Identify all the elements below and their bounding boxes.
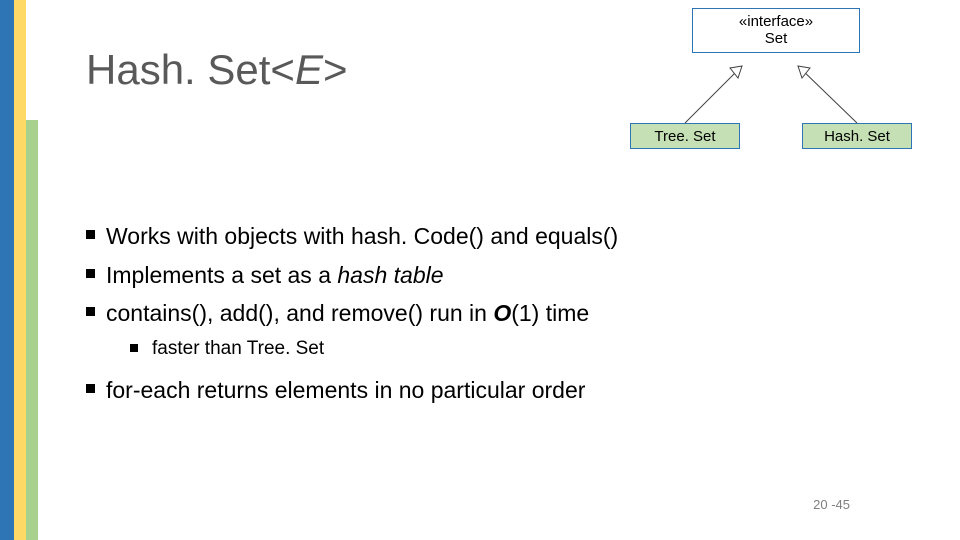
bullet-item: for-each returns elements in no particul… xyxy=(86,373,930,408)
title-generic: E xyxy=(295,46,323,93)
slide-title: Hash. Set<E> xyxy=(86,46,348,94)
hashset-box: Hash. Set xyxy=(802,123,912,149)
bullet-text: Works with objects with hash. Code() and… xyxy=(106,223,618,249)
bullet-item: Works with objects with hash. Code() and… xyxy=(86,219,930,254)
bullet-item: Implements a set as a hash table xyxy=(86,258,930,293)
bullet-emph: hash table xyxy=(337,262,443,288)
uml-diagram: «interface» Set Tree. Set Hash. Set xyxy=(620,8,950,178)
treeset-box: Tree. Set xyxy=(630,123,740,149)
title-tail: > xyxy=(323,46,348,93)
title-base: Hash. Set< xyxy=(86,46,295,93)
bullet-text: for-each returns elements in no particul… xyxy=(106,377,585,403)
bullet-text: (1) time xyxy=(511,300,589,326)
sub-bullet-text: faster than Tree. Set xyxy=(152,338,324,359)
sub-bullet-item: faster than Tree. Set xyxy=(130,335,930,364)
bullet-text: contains(), add(), and remove() run in xyxy=(106,300,493,326)
accent-stripe-blue xyxy=(0,0,14,540)
page-number: 20 -45 xyxy=(813,497,850,512)
slide-body: Works with objects with hash. Code() and… xyxy=(86,215,930,412)
inheritance-arrows xyxy=(620,8,950,178)
bullet-text: Implements a set as a xyxy=(106,262,337,288)
bullet-item: contains(), add(), and remove() run in O… xyxy=(86,296,930,363)
big-o: O xyxy=(493,300,511,326)
